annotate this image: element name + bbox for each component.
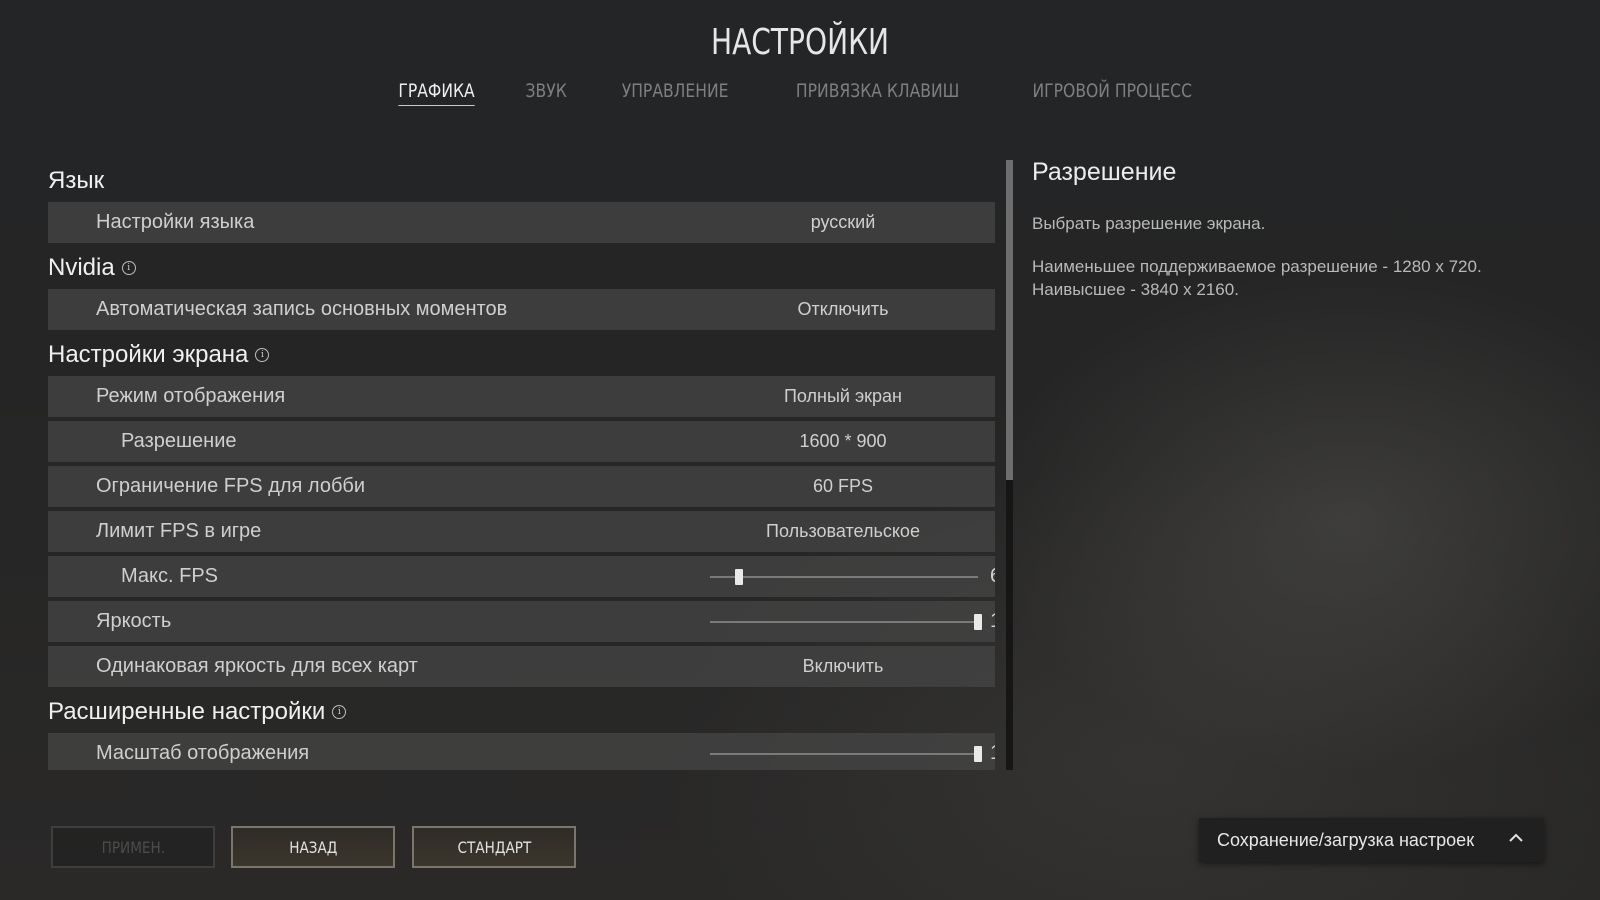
setting-label: Настройки языка <box>96 211 255 233</box>
setting-row-language[interactable]: Настройки языка русский <box>48 202 995 243</box>
section-title: Язык <box>48 167 105 194</box>
setting-row-max-fps[interactable]: Макс. FPS 60 <box>48 556 995 597</box>
scrollbar-thumb[interactable] <box>1006 160 1013 480</box>
setting-value[interactable]: Полный экран <box>668 376 995 417</box>
settings-list[interactable]: Язык Настройки языка русский Nvidia i Ав… <box>48 160 995 770</box>
chevron-up-icon <box>1509 833 1523 842</box>
setting-row-ingame-fps[interactable]: Лимит FPS в игре Пользовательское <box>48 511 995 552</box>
render-scale-slider[interactable] <box>710 746 982 762</box>
setting-label: Автоматическая запись основных моментов <box>96 298 508 320</box>
slider-thumb[interactable] <box>974 746 982 762</box>
setting-value[interactable]: русский <box>668 202 995 243</box>
page-title: НАСТРОЙКИ <box>710 22 890 63</box>
slider-thumb[interactable] <box>735 569 744 585</box>
setting-label: Одинаковая яркость для всех карт <box>96 655 418 677</box>
info-icon[interactable]: i <box>332 705 347 719</box>
back-button[interactable]: НАЗАД <box>231 826 395 868</box>
description-line: Выбрать разрешение экрана. <box>1032 214 1266 233</box>
description-title: Разрешение <box>1032 158 1177 186</box>
tab-keybindings[interactable]: ПРИВЯЗКА КЛАВИШ <box>796 80 959 106</box>
section-screen: Настройки экрана i <box>48 334 995 376</box>
setting-row-render-scale[interactable]: Масштаб отображения 120 <box>48 733 995 770</box>
tab-gameplay[interactable]: ИГРОВОЙ ПРОЦЕСС <box>1033 80 1192 106</box>
save-load-settings-dropdown[interactable]: Сохранение/загрузка настроек <box>1199 818 1544 862</box>
settings-scrollbar[interactable] <box>1006 160 1013 770</box>
setting-row-resolution[interactable]: Разрешение 1600 * 900 <box>48 421 995 462</box>
section-title: Настройки экрана <box>48 341 249 368</box>
setting-value[interactable]: Отключить <box>668 289 995 330</box>
tab-graphics[interactable]: ГРАФИКА <box>398 80 476 106</box>
setting-label: Яркость <box>96 610 172 632</box>
description-line: Наивысшее - 3840 x 2160. <box>1032 280 1239 299</box>
setting-row-auto-record[interactable]: Автоматическая запись основных моментов … <box>48 289 995 330</box>
back-button-label: НАЗАД <box>288 837 338 857</box>
setting-row-lobby-fps[interactable]: Ограничение FPS для лобби 60 FPS <box>48 466 995 507</box>
tab-controls[interactable]: УПРАВЛЕНИЕ <box>621 80 728 106</box>
description-text: Выбрать разрешение экрана. Наименьшее по… <box>1032 212 1552 301</box>
apply-button-label: ПРИМЕН. <box>101 837 165 857</box>
setting-value[interactable]: 60 FPS <box>668 466 995 507</box>
info-icon[interactable]: i <box>255 348 270 362</box>
section-advanced: Расширенные настройки i <box>48 691 995 733</box>
setting-label: Макс. FPS <box>121 565 218 587</box>
tab-sound[interactable]: ЗВУК <box>526 80 567 106</box>
slider-value: 60 <box>990 556 995 597</box>
section-nvidia: Nvidia i <box>48 247 995 289</box>
info-icon[interactable]: i <box>121 261 136 275</box>
setting-row-uniform-brightness[interactable]: Одинаковая яркость для всех карт Включит… <box>48 646 995 687</box>
slider-value: 120 <box>990 733 995 770</box>
description-line: Наименьшее поддерживаемое разрешение - 1… <box>1032 257 1482 276</box>
setting-label: Масштаб отображения <box>96 742 310 764</box>
setting-label: Режим отображения <box>96 385 286 407</box>
section-title: Nvidia <box>48 254 115 281</box>
section-title: Расширенные настройки <box>48 698 326 725</box>
setting-value[interactable]: Пользовательское <box>668 511 995 552</box>
setting-label: Разрешение <box>121 430 237 452</box>
default-button-label: СТАНДАРТ <box>457 837 531 857</box>
save-load-label: Сохранение/загрузка настроек <box>1217 829 1475 850</box>
setting-label: Ограничение FPS для лобби <box>96 475 366 497</box>
slider-value: 100 <box>990 601 995 642</box>
brightness-slider[interactable] <box>710 614 982 630</box>
slider-thumb[interactable] <box>974 614 982 630</box>
setting-label: Лимит FPS в игре <box>96 520 262 542</box>
setting-row-brightness[interactable]: Яркость 100 <box>48 601 995 642</box>
setting-row-display-mode[interactable]: Режим отображения Полный экран <box>48 376 995 417</box>
max-fps-slider[interactable] <box>710 569 978 585</box>
apply-button[interactable]: ПРИМЕН. <box>51 826 215 868</box>
section-language: Язык <box>48 160 995 202</box>
setting-value[interactable]: Включить <box>668 646 995 687</box>
default-button[interactable]: СТАНДАРТ <box>412 826 576 868</box>
tab-bar: ГРАФИКА ЗВУК УПРАВЛЕНИЕ ПРИВЯЗКА КЛАВИШ … <box>0 80 1600 106</box>
setting-value[interactable]: 1600 * 900 <box>668 421 995 462</box>
